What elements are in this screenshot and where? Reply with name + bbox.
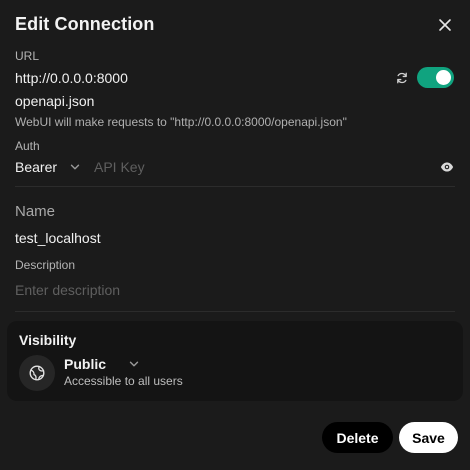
globe-icon-badge <box>19 355 55 391</box>
visibility-select[interactable]: Public <box>64 356 139 372</box>
divider <box>15 311 455 312</box>
description-label: Description <box>15 258 76 272</box>
dialog-title: Edit Connection <box>15 14 155 34</box>
name-label: Name <box>15 203 56 220</box>
divider <box>15 186 455 187</box>
visibility-description: Accessible to all users <box>64 374 183 388</box>
path-input[interactable]: openapi.json <box>15 93 94 109</box>
visibility-value: Public <box>64 356 107 372</box>
chevron-down-icon <box>70 164 80 170</box>
url-label: URL <box>15 49 40 63</box>
auth-label: Auth <box>15 139 40 153</box>
url-hint: WebUI will make requests to "http://0.0.… <box>15 115 347 129</box>
description-input[interactable]: Enter description <box>15 282 120 298</box>
save-button[interactable]: Save <box>399 422 458 453</box>
globe-icon <box>29 365 45 381</box>
chevron-down-icon <box>129 361 139 367</box>
api-key-input[interactable]: API Key <box>94 159 145 175</box>
enabled-toggle[interactable] <box>417 67 454 88</box>
toggle-knob <box>436 70 451 85</box>
auth-type-value: Bearer <box>15 159 58 175</box>
delete-button[interactable]: Delete <box>322 422 393 453</box>
url-input[interactable]: http://0.0.0.0:8000 <box>15 70 128 86</box>
visibility-heading: Visibility <box>19 332 77 348</box>
close-icon[interactable] <box>437 17 453 33</box>
refresh-icon[interactable] <box>395 71 409 85</box>
eye-icon[interactable] <box>440 160 454 174</box>
auth-type-select[interactable]: Bearer <box>15 159 80 175</box>
name-input[interactable]: test_localhost <box>15 230 101 246</box>
